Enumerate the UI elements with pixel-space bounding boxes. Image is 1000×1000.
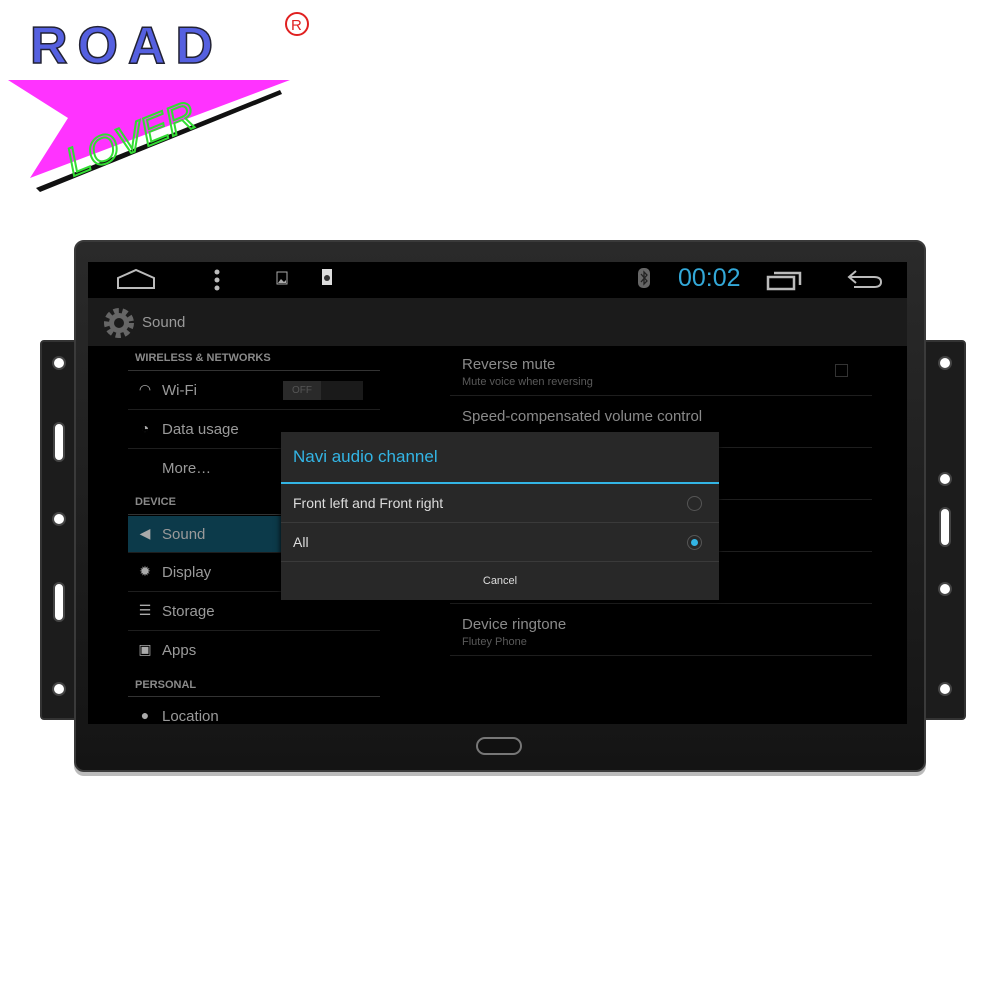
menu-dots-icon[interactable] xyxy=(213,268,221,292)
hardware-home-button[interactable] xyxy=(476,737,522,755)
recent-apps-icon[interactable] xyxy=(766,269,802,291)
sidebar-item-apps[interactable]: ▣ Apps xyxy=(128,632,380,670)
dialog-title: Navi audio channel xyxy=(293,447,438,466)
section-header: PERSONAL xyxy=(135,679,197,691)
apps-icon: ▣ xyxy=(138,641,152,657)
display-icon: ✹ xyxy=(139,563,151,579)
setting-device-ringtone[interactable]: Device ringtone Flutey Phone xyxy=(450,604,872,656)
section-header: DEVICE xyxy=(135,496,176,508)
status-bar: 00:02 xyxy=(88,262,907,298)
option-front-left-right[interactable]: Front left and Front right xyxy=(281,484,719,523)
home-icon[interactable] xyxy=(116,268,156,290)
navi-audio-channel-dialog: Navi audio channel Front left and Front … xyxy=(281,432,719,600)
back-icon[interactable] xyxy=(846,268,884,290)
svg-text:ROAD: ROAD xyxy=(30,17,223,75)
sidebar-item-wifi[interactable]: ◠ Wi-Fi OFF xyxy=(128,372,380,410)
sidebar-item-location[interactable]: ● Location xyxy=(128,698,380,724)
bluetooth-icon xyxy=(638,268,650,288)
section-header: WIRELESS & NETWORKS xyxy=(135,352,271,364)
radio-selected[interactable] xyxy=(687,535,702,550)
setting-reverse-mute[interactable]: Reverse mute Mute voice when reversing xyxy=(450,348,872,396)
image-icon xyxy=(276,271,288,285)
road-lover-logo: ROAD R LOVER xyxy=(8,12,309,192)
svg-text:R: R xyxy=(291,17,302,34)
gear-icon xyxy=(104,308,134,338)
location-icon: ● xyxy=(140,707,150,723)
option-all[interactable]: All xyxy=(281,523,719,562)
right-mounting-bracket xyxy=(922,340,966,720)
wifi-toggle[interactable]: OFF xyxy=(283,381,363,400)
divider xyxy=(128,370,380,371)
cancel-button[interactable]: Cancel xyxy=(281,562,719,600)
divider xyxy=(128,696,380,697)
action-bar-title: Sound xyxy=(142,314,186,331)
radio-unselected[interactable] xyxy=(687,496,702,511)
reverse-mute-checkbox[interactable] xyxy=(835,364,848,377)
wifi-icon: ◠ xyxy=(138,381,152,397)
data-usage-icon: ◔ xyxy=(140,420,150,436)
sd-card-icon xyxy=(322,269,332,285)
storage-icon: ☰ xyxy=(138,602,152,618)
clock: 00:02 xyxy=(678,264,741,292)
speaker-icon: ◀ xyxy=(139,525,151,541)
screen: 00:02 Sound WIRELESS & NETWORKS ◠ Wi-Fi … xyxy=(88,262,907,724)
action-bar: Sound xyxy=(88,298,907,346)
